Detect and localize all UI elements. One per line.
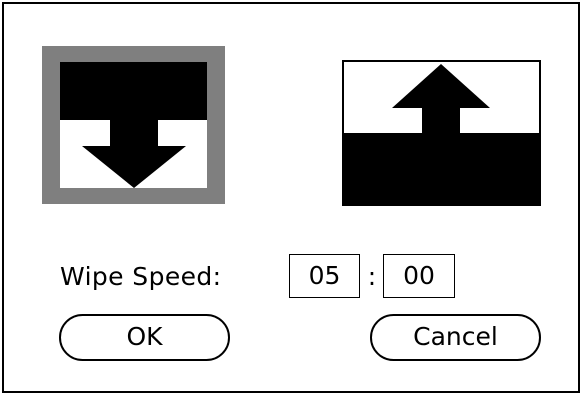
speed-separator: : xyxy=(367,262,377,291)
speed-seconds-field[interactable]: 00 xyxy=(383,254,455,298)
wipe-down-option[interactable] xyxy=(42,46,225,204)
wipe-down-icon xyxy=(60,62,207,188)
cancel-button[interactable]: Cancel xyxy=(370,314,541,361)
wipe-up-option[interactable] xyxy=(342,60,541,210)
speed-minutes-field[interactable]: 05 xyxy=(289,254,360,298)
wipe-speed-label: Wipe Speed: xyxy=(60,262,222,291)
wipe-dialog: Wipe Speed: 05 : 00 OK Cancel xyxy=(2,2,580,393)
wipe-up-icon xyxy=(342,60,541,206)
ok-button[interactable]: OK xyxy=(59,314,230,361)
